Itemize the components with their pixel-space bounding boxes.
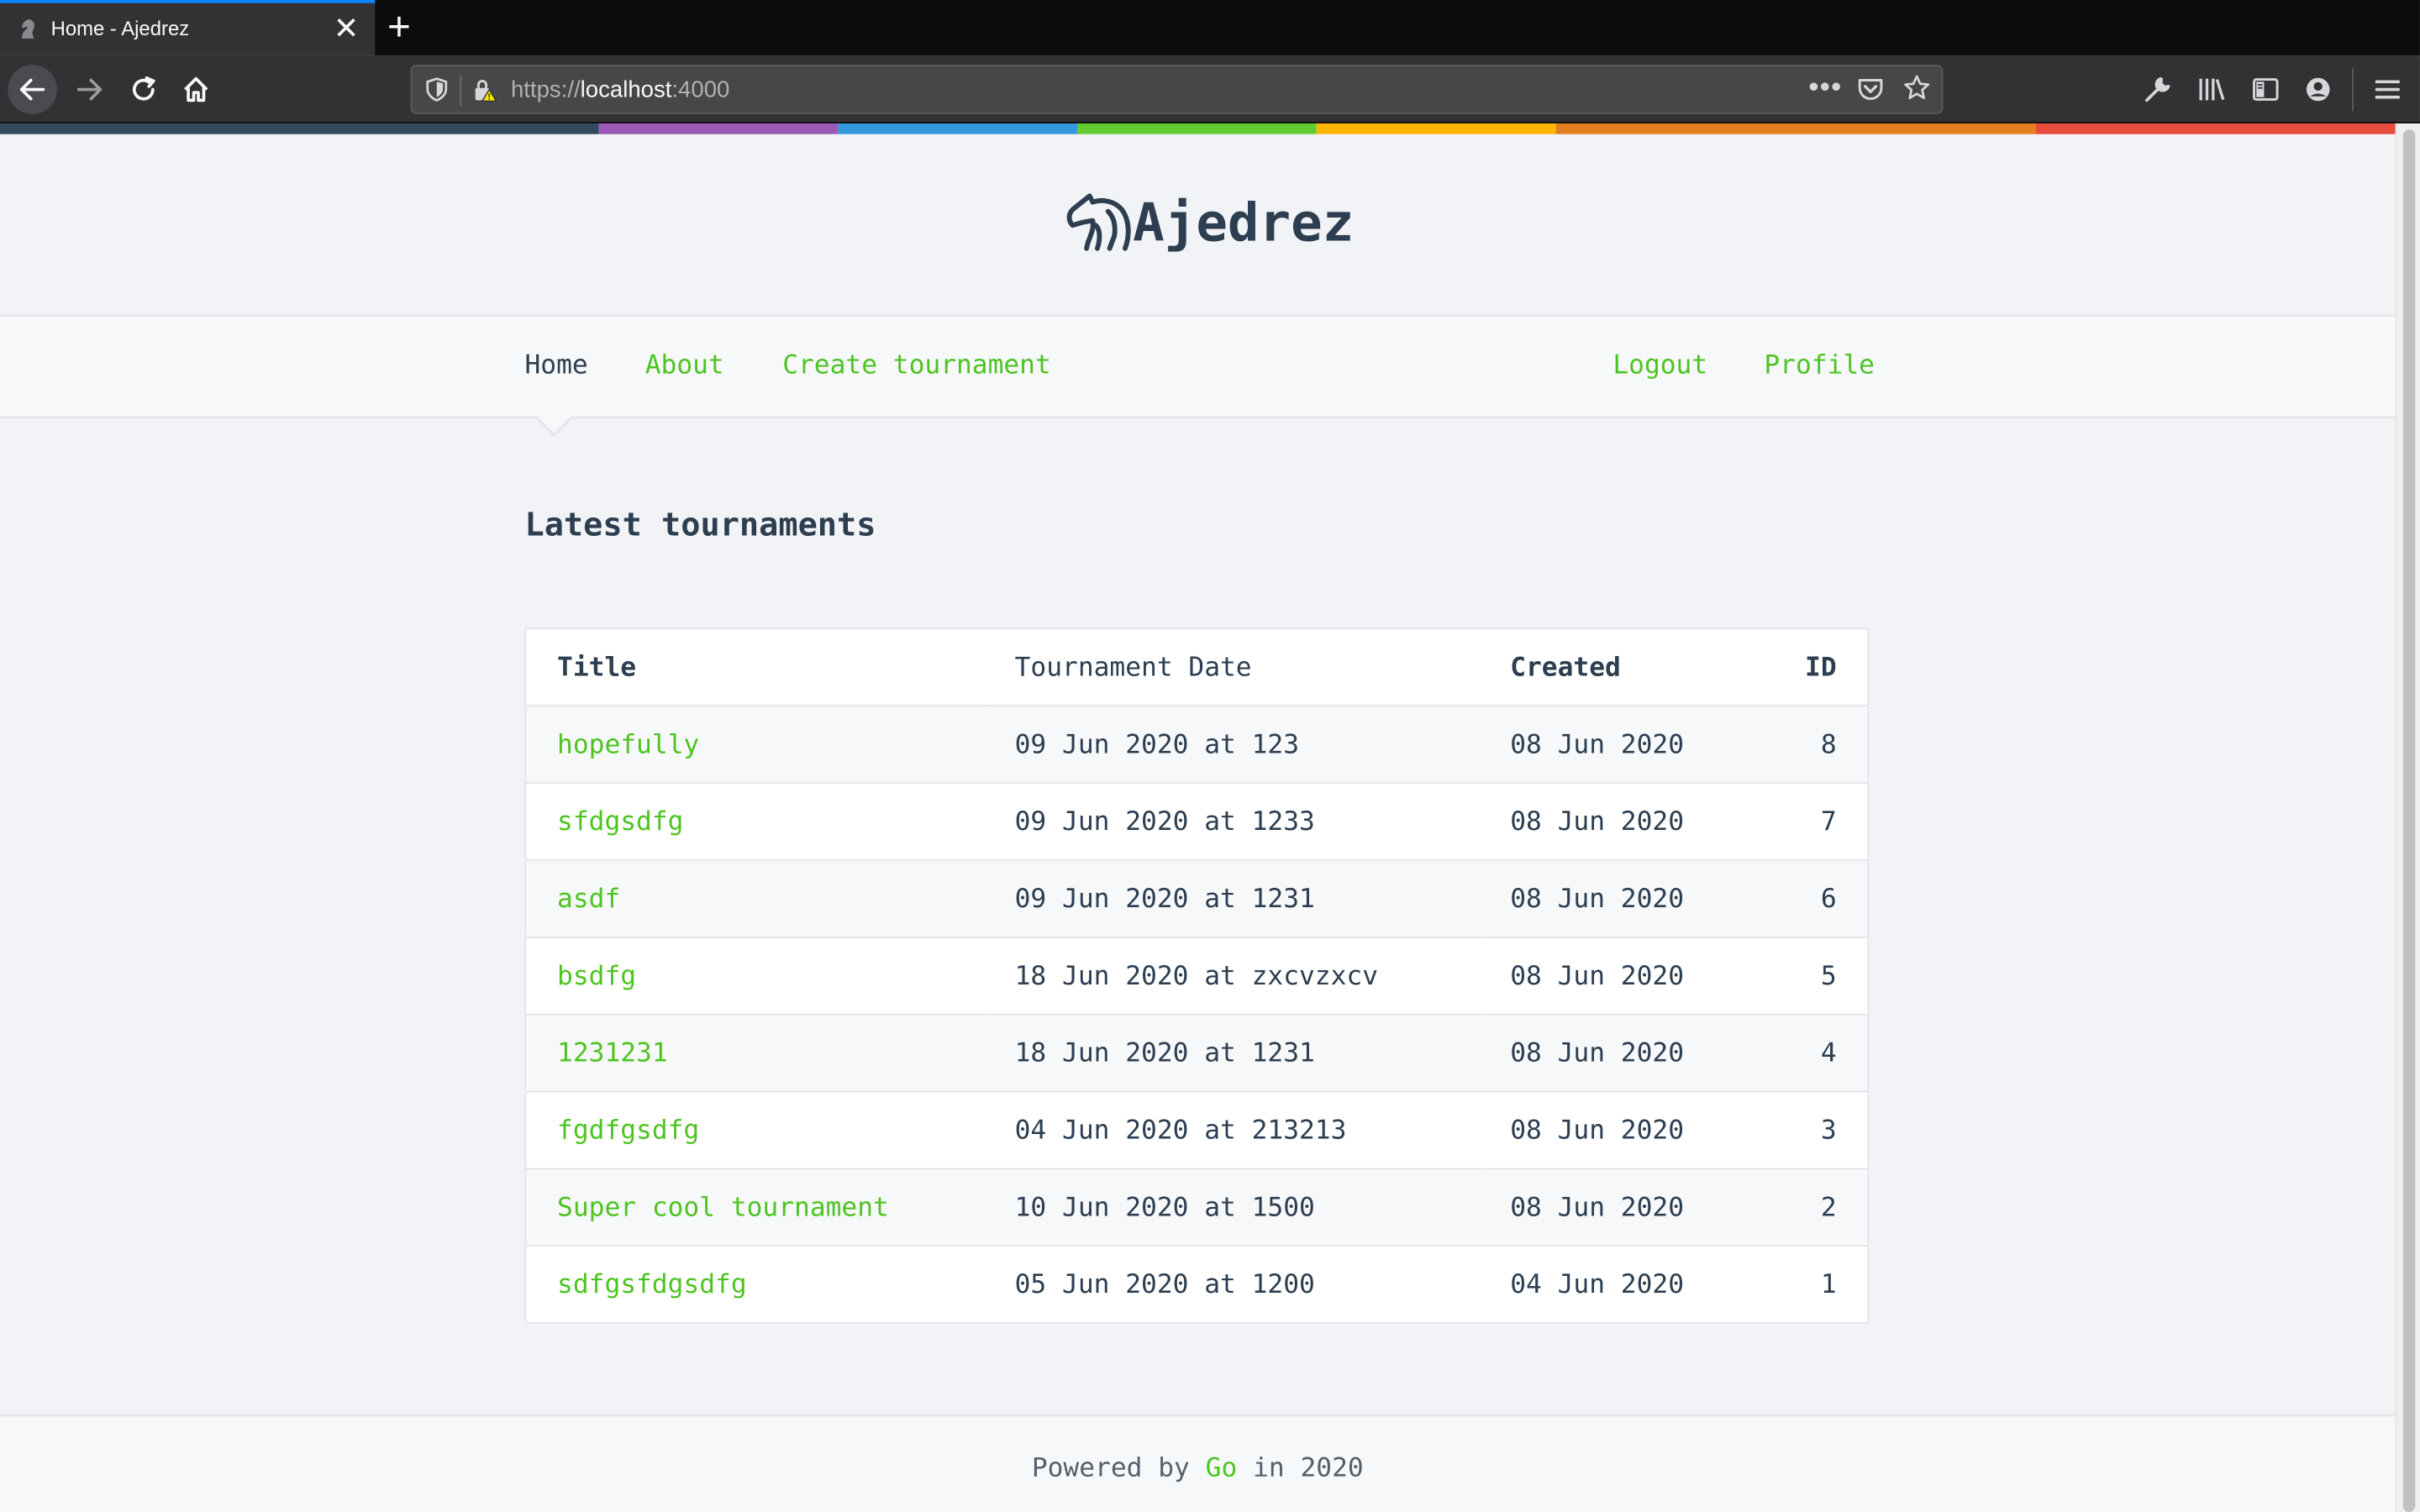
tournament-date: 05 Jun 2020 at 1200: [985, 1246, 1481, 1324]
tab-home[interactable]: Home - Ajedrez ✕: [0, 0, 376, 56]
tournament-date: 09 Jun 2020 at 1231: [985, 859, 1481, 938]
created-date: 04 Jun 2020: [1481, 1246, 1744, 1324]
column-header-title: Title: [525, 628, 986, 707]
created-date: 08 Jun 2020: [1481, 706, 1744, 785]
pocket-icon[interactable]: [1857, 77, 1885, 102]
scrollbar-thumb[interactable]: [2402, 129, 2416, 1512]
home-icon[interactable]: [171, 65, 221, 114]
created-date: 08 Jun 2020: [1481, 859, 1744, 938]
nav-profile[interactable]: Profile: [1764, 350, 1875, 381]
table-row: sdfgsfdgsdfg 05 Jun 2020 at 1200 04 Jun …: [525, 1246, 1869, 1324]
tab-strip: Home - Ajedrez ✕ +: [0, 0, 2420, 56]
table-row: 1231231 18 Jun 2020 at 1231 08 Jun 2020 …: [525, 1014, 1869, 1093]
tournament-id: 7: [1743, 783, 1869, 861]
library-icon[interactable]: [2196, 74, 2228, 105]
tournament-id: 6: [1743, 859, 1869, 938]
brand-header: Ajedrez: [0, 134, 2396, 317]
column-header-created: Created: [1481, 628, 1744, 707]
url-text[interactable]: https://localhost:4000: [511, 77, 729, 103]
brand-name[interactable]: Ajedrez: [1133, 193, 1354, 255]
url-scheme: https://: [510, 76, 581, 104]
tournament-id: 8: [1743, 706, 1869, 785]
footer-suffix: in 2020: [1253, 1453, 1364, 1484]
tournament-date: 18 Jun 2020 at 1231: [985, 1014, 1481, 1093]
tab-title: Home - Ajedrez: [50, 17, 190, 40]
created-date: 08 Jun 2020: [1481, 1091, 1744, 1170]
toolbar-divider: [2352, 67, 2354, 112]
nav-about[interactable]: About: [645, 350, 724, 381]
footer-prefix: Powered by: [1031, 1453, 1190, 1484]
created-date: 08 Jun 2020: [1481, 783, 1744, 861]
url-port: :4000: [671, 76, 730, 104]
page-footer: Powered by Go in 2020: [0, 1415, 2396, 1512]
column-header-tournament-date: Tournament Date: [985, 628, 1481, 707]
table-row: sfdgsdfg 09 Jun 2020 at 1233 08 Jun 2020…: [525, 783, 1869, 861]
new-tab-icon[interactable]: +: [387, 6, 411, 46]
table-row: fgdfgsdfg 04 Jun 2020 at 213213 08 Jun 2…: [525, 1091, 1869, 1170]
page-scrollbar[interactable]: [2395, 123, 2420, 1512]
insecure-lock-icon[interactable]: [472, 77, 497, 102]
forward-arrow-icon[interactable]: [65, 65, 114, 114]
table-row: hopefully 09 Jun 2020 at 123 08 Jun 2020…: [525, 706, 1869, 785]
tournament-id: 1: [1743, 1246, 1869, 1324]
account-icon[interactable]: [2302, 74, 2333, 105]
url-divider: [460, 75, 462, 107]
section-heading: Latest tournaments: [524, 506, 876, 543]
shield-icon[interactable]: [424, 77, 449, 102]
url-host: localhost: [580, 76, 672, 104]
tournament-title-link[interactable]: fgdfgsdfg: [525, 1091, 986, 1170]
back-arrow-icon[interactable]: [8, 65, 57, 114]
tournament-date: 10 Jun 2020 at 1500: [985, 1168, 1481, 1247]
table-row: asdf 09 Jun 2020 at 1231 08 Jun 2020 6: [525, 859, 1869, 938]
footer-text: Powered by Go in 2020: [1032, 1453, 1364, 1484]
column-header-id: ID: [1743, 628, 1869, 707]
tournament-title-link[interactable]: sfdgsdfg: [525, 783, 986, 861]
nav-home[interactable]: Home: [524, 350, 587, 381]
created-date: 08 Jun 2020: [1481, 1014, 1744, 1093]
wrench-icon[interactable]: [2142, 74, 2173, 105]
table-header-row: Title Tournament Date Created ID: [525, 628, 1869, 707]
nav-logout[interactable]: Logout: [1612, 350, 1707, 381]
sidebar-icon[interactable]: [2250, 74, 2281, 105]
tournament-title-link[interactable]: 1231231: [525, 1014, 986, 1093]
tournament-title-link[interactable]: Super cool tournament: [525, 1168, 986, 1247]
close-tab-icon[interactable]: ✕: [334, 13, 360, 46]
created-date: 08 Jun 2020: [1481, 937, 1744, 1016]
created-date: 08 Jun 2020: [1481, 1168, 1744, 1247]
active-nav-indicator: [537, 416, 571, 434]
menu-icon[interactable]: [2372, 74, 2403, 105]
tournament-id: 3: [1743, 1091, 1869, 1170]
tournament-id: 2: [1743, 1168, 1869, 1247]
page-actions-icon[interactable]: •••: [1809, 71, 1843, 103]
reload-icon[interactable]: [118, 65, 168, 114]
chess-knight-icon[interactable]: [1062, 186, 1133, 257]
tournament-date: 09 Jun 2020 at 123: [985, 706, 1481, 785]
footer-go-link[interactable]: Go: [1206, 1453, 1238, 1484]
tournament-date: 04 Jun 2020 at 213213: [985, 1091, 1481, 1170]
nav-create-tournament[interactable]: Create tournament: [782, 350, 1051, 381]
tournament-title-link[interactable]: sdfgsfdgsdfg: [525, 1246, 986, 1324]
color-strip: [0, 123, 2396, 134]
tournament-title-link[interactable]: bsdfg: [525, 937, 986, 1016]
table-row: bsdfg 18 Jun 2020 at zxcvzxcv 08 Jun 202…: [525, 937, 1869, 1016]
tournament-date: 18 Jun 2020 at zxcvzxcv: [985, 937, 1481, 1016]
tournaments-table: Title Tournament Date Created ID hopeful…: [524, 627, 1870, 1324]
chess-knight-icon: [15, 17, 39, 41]
tournament-id: 4: [1743, 1014, 1869, 1093]
bookmark-star-icon[interactable]: [1903, 74, 1931, 102]
page-content: Ajedrez Home About Create tournament Log…: [0, 134, 2396, 1512]
url-bar[interactable]: https://localhost:4000 •••: [410, 65, 1944, 114]
tournament-title-link[interactable]: asdf: [525, 859, 986, 938]
tournament-id: 5: [1743, 937, 1869, 1016]
tournament-title-link[interactable]: hopefully: [525, 706, 986, 785]
table-row: Super cool tournament 10 Jun 2020 at 150…: [525, 1168, 1869, 1247]
main-navigation: Home About Create tournament Logout Prof…: [0, 316, 2396, 418]
tournament-date: 09 Jun 2020 at 1233: [985, 783, 1481, 861]
